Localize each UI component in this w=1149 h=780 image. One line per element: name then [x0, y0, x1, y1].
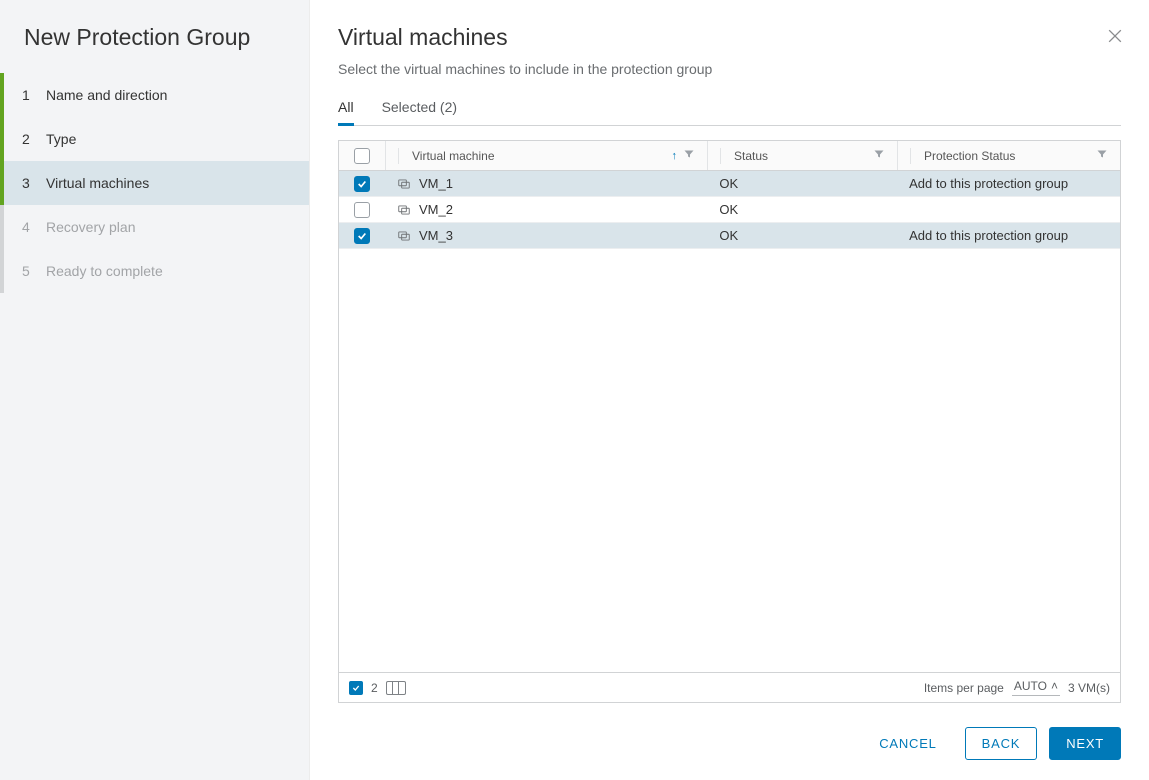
table-row[interactable]: VM_1 OK Add to this protection group — [339, 171, 1120, 197]
tab-all[interactable]: All — [338, 95, 354, 126]
back-button[interactable]: BACK — [965, 727, 1038, 760]
vm-status: OK — [719, 176, 738, 191]
vm-name: VM_3 — [419, 228, 453, 243]
step-label: Virtual machines — [46, 175, 149, 191]
step-number: 4 — [22, 219, 46, 235]
filter-icon[interactable] — [873, 148, 885, 163]
sort-asc-icon[interactable]: ↑ — [672, 150, 678, 162]
items-per-page-select[interactable]: AUTO ˄ — [1012, 679, 1060, 696]
wizard-step-4: 4Recovery plan — [0, 205, 309, 249]
wizard-sidebar: New Protection Group 1Name and direction… — [0, 0, 310, 780]
table-footer: 2 Items per page AUTO ˄ 3 VM(s) — [339, 672, 1120, 702]
col-protection-label: Protection Status — [924, 149, 1093, 163]
total-count: 3 VM(s) — [1068, 681, 1110, 695]
cancel-button[interactable]: CANCEL — [863, 727, 952, 760]
wizard-step-5: 5Ready to complete — [0, 249, 309, 293]
next-button[interactable]: NEXT — [1049, 727, 1121, 760]
wizard-main: Virtual machines Select the virtual mach… — [310, 0, 1149, 780]
step-number: 1 — [22, 87, 46, 103]
row-checkbox[interactable] — [354, 228, 370, 244]
selected-count-badge-icon — [349, 681, 363, 695]
vm-name: VM_2 — [419, 202, 453, 217]
vm-table: Virtual machine ↑ Status — [338, 140, 1121, 703]
wizard-title: New Protection Group — [0, 24, 309, 73]
page-subtitle: Select the virtual machines to include i… — [338, 61, 1121, 77]
selected-count: 2 — [371, 681, 378, 695]
col-status-label: Status — [734, 149, 870, 163]
items-per-page-label: Items per page — [924, 681, 1004, 695]
vm-status: OK — [719, 228, 738, 243]
row-checkbox[interactable] — [354, 176, 370, 192]
page-title: Virtual machines — [338, 24, 1121, 51]
vm-protection: Add to this protection group — [909, 176, 1068, 191]
vm-name: VM_1 — [419, 176, 453, 191]
col-vm-label: Virtual machine — [412, 149, 669, 163]
table-header: Virtual machine ↑ Status — [339, 141, 1120, 171]
row-checkbox[interactable] — [354, 202, 370, 218]
vm-protection: Add to this protection group — [909, 228, 1068, 243]
step-number: 2 — [22, 131, 46, 147]
vm-icon — [397, 203, 411, 217]
step-number: 3 — [22, 175, 46, 191]
tabs: All Selected (2) — [338, 95, 1121, 126]
table-row[interactable]: VM_2 OK — [339, 197, 1120, 223]
step-number: 5 — [22, 263, 46, 279]
filter-icon[interactable] — [683, 148, 695, 163]
column-settings-icon[interactable] — [386, 681, 406, 695]
step-label: Name and direction — [46, 87, 167, 103]
filter-icon[interactable] — [1096, 148, 1108, 163]
vm-icon — [397, 229, 411, 243]
chevron-up-icon: ˄ — [1051, 679, 1058, 693]
vm-status: OK — [719, 202, 738, 217]
wizard-steps: 1Name and direction2Type3Virtual machine… — [0, 73, 309, 293]
wizard-step-2[interactable]: 2Type — [0, 117, 309, 161]
close-icon[interactable] — [1105, 26, 1125, 46]
step-label: Type — [46, 131, 76, 147]
step-label: Ready to complete — [46, 263, 163, 279]
items-per-page-value: AUTO — [1014, 679, 1047, 693]
vm-icon — [397, 177, 411, 191]
wizard-footer: CANCEL BACK NEXT — [338, 703, 1121, 760]
table-body: VM_1 OK Add to this protection group VM_2 OK… — [339, 171, 1120, 672]
wizard-step-1[interactable]: 1Name and direction — [0, 73, 309, 117]
wizard-step-3[interactable]: 3Virtual machines — [0, 161, 309, 205]
table-row[interactable]: VM_3 OK Add to this protection group — [339, 223, 1120, 249]
tab-selected[interactable]: Selected (2) — [382, 95, 457, 126]
select-all-checkbox[interactable] — [354, 148, 370, 164]
step-label: Recovery plan — [46, 219, 136, 235]
